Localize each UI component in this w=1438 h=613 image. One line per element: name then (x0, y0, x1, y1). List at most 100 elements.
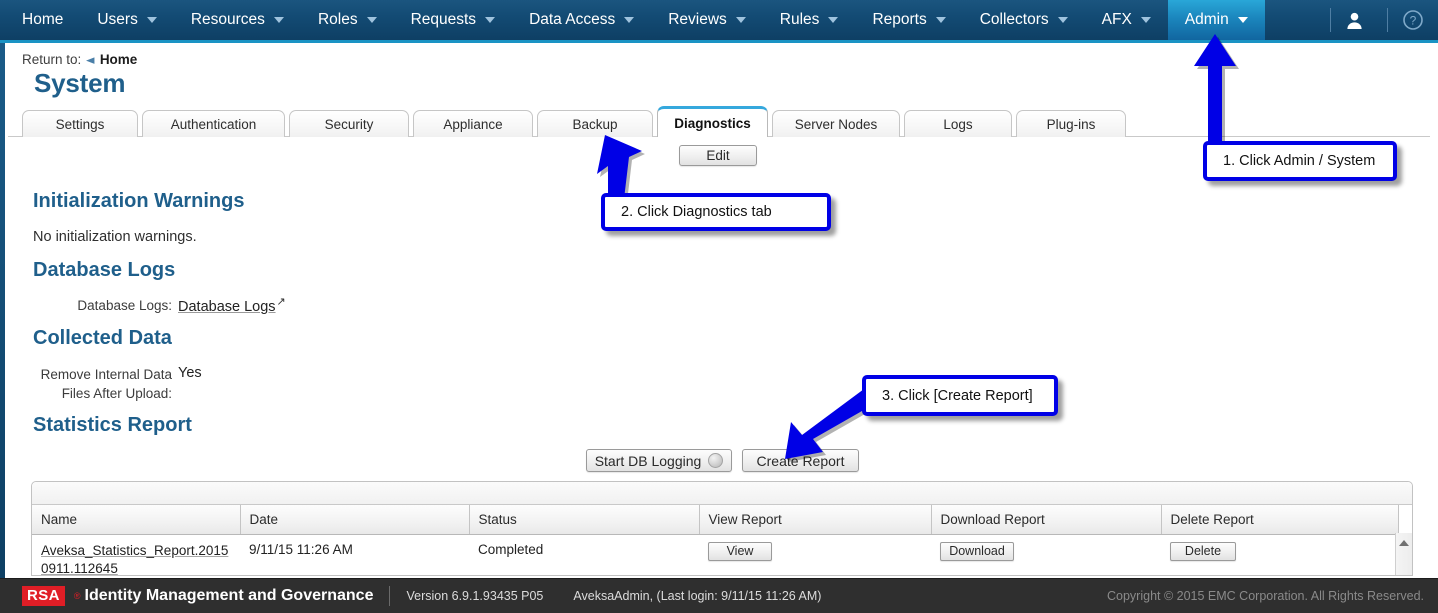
nav-item-label: Data Access (529, 11, 615, 29)
nav-item-label: AFX (1102, 11, 1132, 29)
chevron-down-icon (936, 17, 946, 23)
column-header-status[interactable]: Status (469, 505, 699, 534)
start-db-logging-button[interactable]: Start DB Logging (586, 449, 732, 472)
table-toolbar (32, 482, 1412, 505)
table-vertical-scrollbar[interactable] (1395, 533, 1412, 576)
status-dot-icon (708, 453, 723, 468)
help-circle-icon: ? (1402, 9, 1424, 31)
footer-version: Version 6.9.1.93435 P05 (406, 589, 543, 603)
nav-item-requests[interactable]: Requests (394, 0, 512, 40)
nav-right-controls: ? (1316, 0, 1438, 40)
cell-delete-report: Delete (1161, 534, 1398, 576)
section-heading-database-logs: Database Logs (33, 259, 175, 282)
nav-item-label: Roles (318, 11, 358, 29)
annotation-callout-step-3: 3. Click [Create Report] (862, 375, 1058, 416)
tab-appliance[interactable]: Appliance (413, 110, 533, 137)
page-title: System (34, 68, 125, 99)
cell-status: Completed (469, 534, 699, 576)
report-name-link[interactable]: Aveksa_Statistics_Report.20150911.112645 (41, 543, 228, 576)
tab-label: Plug-ins (1047, 117, 1096, 132)
column-header-name[interactable]: Name (32, 505, 240, 534)
footer-product-name: Identity Management and Governance (85, 587, 374, 605)
tab-server-nodes[interactable]: Server Nodes (772, 110, 900, 137)
nav-item-data-access[interactable]: Data Access (512, 0, 651, 40)
tab-plug-ins[interactable]: Plug-ins (1016, 110, 1126, 137)
remove-internal-data-label: Remove Internal Data Files After Upload: (0, 365, 172, 403)
help-button[interactable]: ? (1402, 9, 1424, 31)
column-header-date[interactable]: Date (240, 505, 469, 534)
download-report-button[interactable]: Download (940, 542, 1014, 561)
remove-internal-data-label-line1: Remove Internal Data (41, 367, 172, 382)
chevron-down-icon (736, 17, 746, 23)
footer-copyright: Copyright © 2015 EMC Corporation. All Ri… (1107, 589, 1424, 603)
annotation-arrow-1 (1190, 28, 1270, 158)
nav-item-roles[interactable]: Roles (301, 0, 394, 40)
initialization-warnings-text: No initialization warnings. (33, 229, 197, 245)
nav-item-label: Requests (411, 11, 476, 29)
tab-label: Appliance (443, 117, 502, 132)
nav-item-rules[interactable]: Rules (763, 0, 856, 40)
nav-item-label: Collectors (980, 11, 1049, 29)
delete-report-button[interactable]: Delete (1170, 542, 1236, 561)
annotation-callout-step-2: 2. Click Diagnostics tab (601, 193, 831, 231)
tab-authentication[interactable]: Authentication (142, 110, 285, 137)
tab-logs[interactable]: Logs (904, 110, 1012, 137)
breadcrumb-link-home[interactable]: Home (100, 52, 138, 67)
cell-name: Aveksa_Statistics_Report.20150911.112645 (32, 534, 240, 576)
view-report-button[interactable]: View (708, 542, 772, 561)
start-db-logging-label: Start DB Logging (595, 453, 702, 469)
report-table: Name Date Status View Report Download Re… (32, 505, 1399, 576)
cell-view-report: View (699, 534, 931, 576)
user-icon (1345, 11, 1364, 30)
return-to-label: Return to: (22, 52, 81, 67)
scroll-up-arrow-icon[interactable] (1399, 540, 1409, 546)
remove-internal-data-label-line2: Files After Upload: (62, 386, 172, 401)
chevron-down-icon (485, 17, 495, 23)
tab-security[interactable]: Security (289, 110, 409, 137)
nav-item-reviews[interactable]: Reviews (651, 0, 763, 40)
nav-item-users[interactable]: Users (80, 0, 173, 40)
nav-item-label: Admin (1185, 11, 1229, 29)
back-arrow-icon: ◂ (86, 53, 94, 66)
nav-item-reports[interactable]: Reports (855, 0, 962, 40)
nav-items: Home Users Resources Roles Requests Data… (0, 0, 1265, 40)
external-link-icon: ↗ (277, 296, 286, 308)
column-header-download-report[interactable]: Download Report (931, 505, 1161, 534)
application-window: Home Users Resources Roles Requests Data… (0, 0, 1438, 613)
nav-item-resources[interactable]: Resources (174, 0, 301, 40)
tab-label: Server Nodes (795, 117, 878, 132)
report-table-container: Name Date Status View Report Download Re… (31, 481, 1413, 576)
chevron-down-icon (1238, 17, 1248, 23)
annotation-text: 1. Click Admin / System (1223, 153, 1375, 169)
nav-item-collectors[interactable]: Collectors (963, 0, 1085, 40)
tab-label: Settings (56, 117, 105, 132)
chevron-down-icon (624, 17, 634, 23)
view-report-label: View (727, 544, 754, 558)
chevron-down-icon (1141, 17, 1151, 23)
column-header-view-report[interactable]: View Report (699, 505, 931, 534)
user-menu-button[interactable] (1345, 11, 1373, 30)
tab-settings[interactable]: Settings (22, 110, 138, 137)
footer-divider (389, 586, 390, 606)
table-row: Aveksa_Statistics_Report.20150911.112645… (32, 534, 1398, 576)
svg-text:?: ? (1410, 14, 1417, 28)
annotation-text: 3. Click [Create Report] (882, 388, 1033, 404)
delete-report-label: Delete (1185, 544, 1221, 558)
database-logs-link[interactable]: Database Logs (178, 299, 276, 315)
section-heading-initialization-warnings: Initialization Warnings (33, 190, 244, 213)
footer-bar: RSA ® Identity Management and Governance… (0, 578, 1438, 613)
nav-item-label: Resources (191, 11, 265, 29)
chevron-down-icon (1058, 17, 1068, 23)
database-logs-field-label: Database Logs: (0, 296, 172, 315)
tab-label: Security (325, 117, 374, 132)
chevron-down-icon (147, 17, 157, 23)
nav-item-label: Reviews (668, 11, 727, 29)
nav-item-label: Users (97, 11, 137, 29)
nav-item-afx[interactable]: AFX (1085, 0, 1168, 40)
column-header-delete-report[interactable]: Delete Report (1161, 505, 1398, 534)
tab-label: Authentication (171, 117, 257, 132)
registered-mark-icon: ® (74, 591, 81, 601)
chevron-down-icon (274, 17, 284, 23)
nav-item-home[interactable]: Home (0, 0, 80, 40)
section-heading-collected-data: Collected Data (33, 327, 172, 350)
